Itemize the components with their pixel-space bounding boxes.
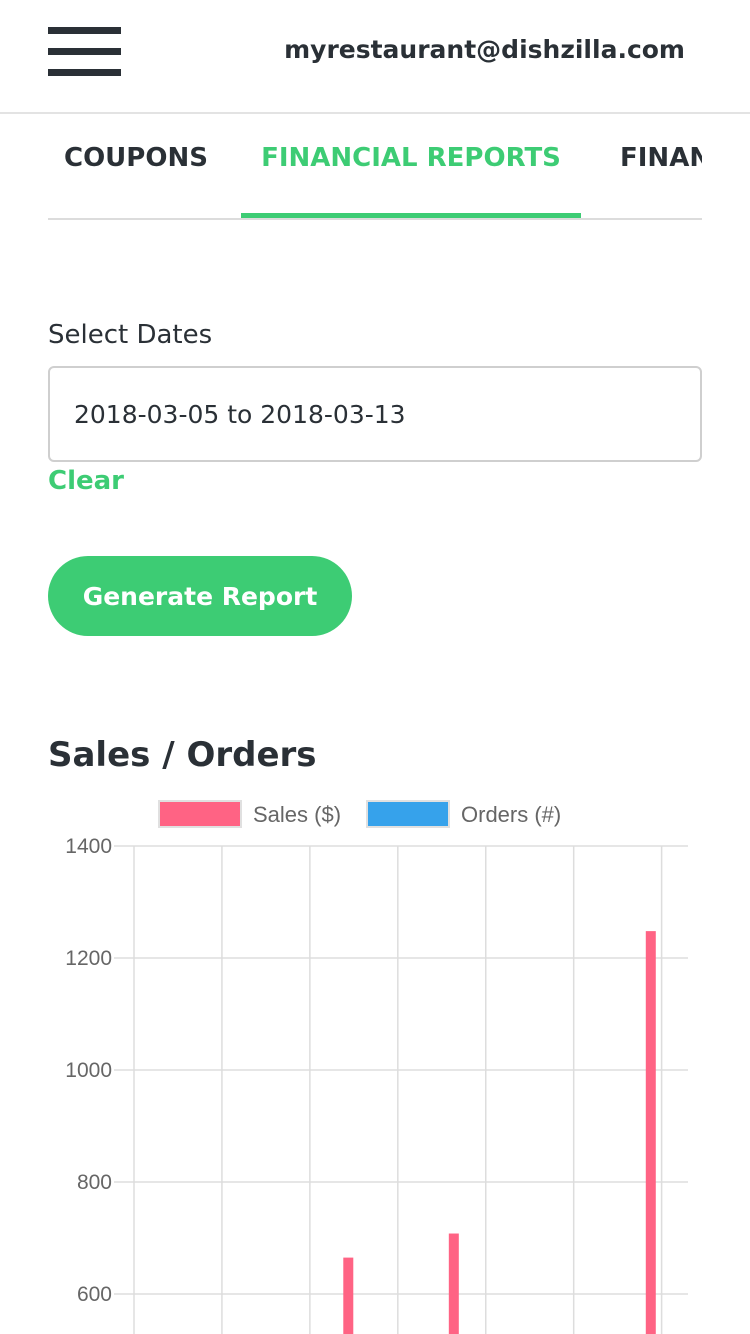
y-tick-label: 600: [77, 1283, 112, 1306]
active-tab-indicator: [241, 213, 581, 218]
select-dates-label: Select Dates: [48, 320, 213, 350]
legend-swatch: [366, 800, 450, 828]
tab-coupons[interactable]: COUPONS: [64, 116, 208, 218]
tab-financial-reports[interactable]: FINANCIAL REPORTS: [241, 116, 581, 218]
sales-orders-chart: 1400 1200 1000 800 600 Sales ($) Orders (#): [65, 800, 688, 1334]
clear-dates-link[interactable]: Clear: [48, 466, 124, 496]
legend-label: Orders (#): [461, 802, 561, 827]
y-tick-label: 800: [77, 1171, 112, 1194]
sales-bar: [448, 1233, 459, 1334]
chart-legend: Sales ($) Orders (#): [158, 800, 561, 828]
chart-bars: [343, 931, 656, 1334]
account-email: myrestaurant@dishzilla.com: [284, 35, 685, 64]
legend-label: Sales ($): [253, 802, 341, 827]
legend-swatch: [158, 800, 242, 828]
app-header: myrestaurant@dishzilla.com: [0, 0, 750, 114]
y-axis-ticks: 1400 1200 1000 800 600: [65, 835, 112, 1306]
tab-financial-reports-label: FINANCIAL REPORTS: [261, 143, 561, 173]
generate-report-button[interactable]: Generate Report: [48, 556, 352, 636]
hamburger-menu-icon[interactable]: [48, 27, 121, 77]
sales-bar: [645, 931, 656, 1334]
sales-bar: [343, 1257, 354, 1334]
chart-grid: [114, 845, 688, 1334]
date-range-input[interactable]: [48, 366, 702, 462]
y-tick-label: 1400: [65, 835, 112, 858]
y-tick-label: 1000: [65, 1059, 112, 1082]
y-tick-label: 1200: [65, 947, 112, 970]
tab-financial-cutoff[interactable]: FINAN: [620, 116, 702, 218]
report-tabs: COUPONS FINANCIAL REPORTS FINAN: [48, 116, 702, 220]
sales-orders-title: Sales / Orders: [48, 735, 317, 775]
